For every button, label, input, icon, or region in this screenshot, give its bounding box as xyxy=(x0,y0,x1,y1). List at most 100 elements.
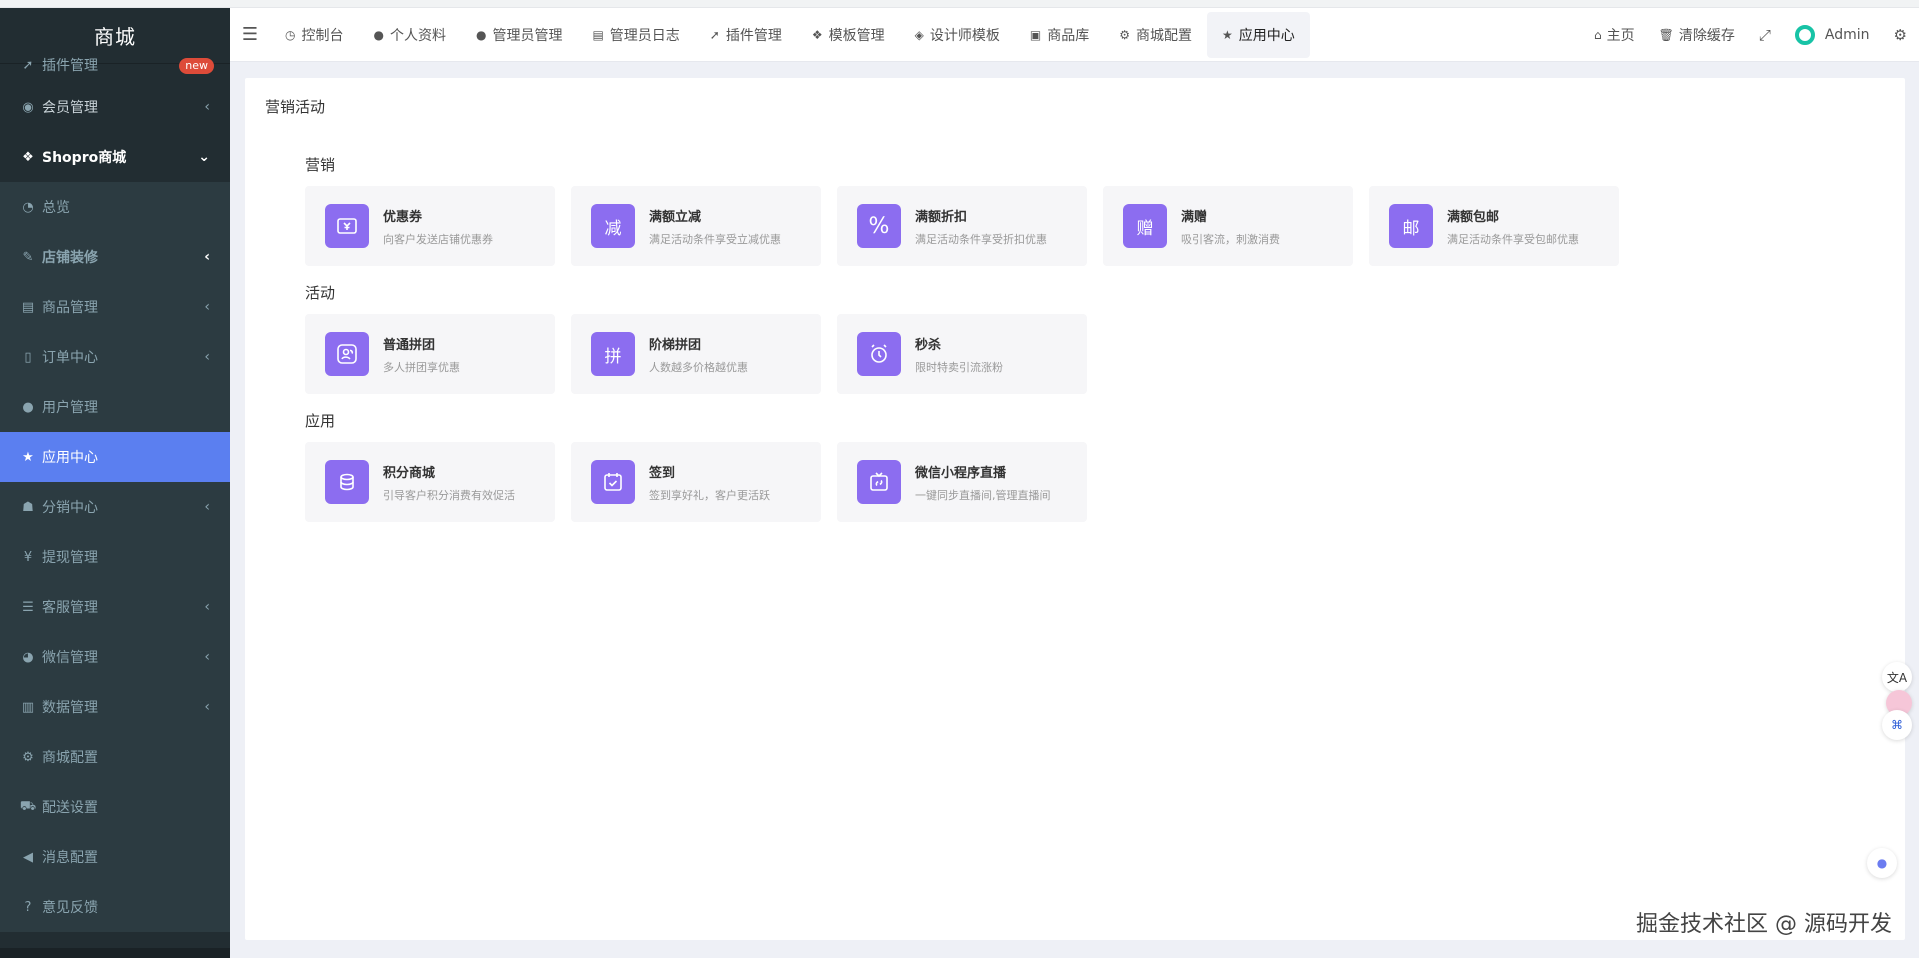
card-free-shipping[interactable]: 邮 满额包邮 满足活动条件享受包邮优惠 xyxy=(1369,186,1619,266)
group-icon xyxy=(325,332,369,376)
sidebar-item-delivery[interactable]: ⛟ 配送设置 xyxy=(0,782,230,832)
section-title-apps: 应用 xyxy=(305,412,336,430)
sidebar-item-label: 订单中心 xyxy=(42,350,98,366)
tab-designer-templates[interactable]: ◈ 设计师模板 xyxy=(900,12,1015,58)
card-desc: 吸引客流，刺激消费 xyxy=(1181,232,1280,246)
sidebar-item-label: 店铺装修 xyxy=(42,250,98,266)
chevron-down-icon: ⌄ xyxy=(198,149,210,165)
car-icon: ⛟ xyxy=(19,798,37,814)
user-menu[interactable]: Admin xyxy=(1783,25,1882,45)
card-checkin[interactable]: 签到 签到享好礼，客户更活跃 xyxy=(571,442,821,522)
user-circle-icon: ◉ xyxy=(22,99,34,115)
card-ladder-group[interactable]: 拼 阶梯拼团 人数越多价格越优惠 xyxy=(571,314,821,394)
notification-bell-icon[interactable]: ● xyxy=(1867,848,1897,878)
sidebar-item-label: 数据管理 xyxy=(42,700,98,716)
fullscreen-button[interactable]: ⤢ xyxy=(1747,26,1783,44)
sidebar-item-shop-config[interactable]: ⚙ 商城配置 xyxy=(0,732,230,782)
file-icon: ▯ xyxy=(24,349,32,365)
section-title-marketing: 营销 xyxy=(305,156,336,174)
tab-admin-manage[interactable]: ● 管理员管理 xyxy=(461,12,577,58)
tab-shop-config[interactable]: ⚙ 商城配置 xyxy=(1104,12,1207,58)
user-icon: ● xyxy=(373,27,384,42)
chevron-left-icon: ‹ xyxy=(204,649,210,665)
sidebar-item-plugins[interactable]: ➚ 插件管理 new xyxy=(0,48,230,82)
home-link[interactable]: ⌂ 主页 xyxy=(1582,25,1647,45)
card-points-mall[interactable]: 积分商城 引导客户积分消费有效促活 xyxy=(305,442,555,522)
chevron-left-icon: ‹ xyxy=(204,299,210,315)
tab-templates[interactable]: ❖ 模板管理 xyxy=(797,12,900,58)
card-full-discount[interactable]: % 满额折扣 满足活动条件享受折扣优惠 xyxy=(837,186,1087,266)
sidebar-item-app-center[interactable]: ★ 应用中心 xyxy=(0,432,230,482)
coins-icon xyxy=(325,460,369,504)
card-desc: 签到享好礼，客户更活跃 xyxy=(649,488,770,502)
rocket-icon: ➚ xyxy=(709,27,720,42)
sidebar-menu: ➚ 插件管理 new ◉ 会员管理 ‹ ❖ Shopro商城 ⌄ ◔ 总览 ✎ … xyxy=(0,48,230,932)
tab-label: 插件管理 xyxy=(725,27,782,44)
sidebar-item-distribution[interactable]: ☗ 分销中心 ‹ xyxy=(0,482,230,532)
card-title: 满赠 xyxy=(1181,209,1208,225)
sidebar-item-overview[interactable]: ◔ 总览 xyxy=(0,182,230,232)
sidebar-item-label: 应用中心 xyxy=(42,450,98,466)
sidebar-item-label: 意见反馈 xyxy=(42,900,98,916)
question-circle-icon: ? xyxy=(24,899,32,915)
card-coupon[interactable]: 优惠券 向客户发送店铺优惠券 xyxy=(305,186,555,266)
card-title: 优惠券 xyxy=(383,209,423,225)
watermark-text: 掘金技术社区 @ 源码开发 xyxy=(1636,912,1892,937)
tab-dashboard[interactable]: ◷ 控制台 xyxy=(270,12,358,58)
sidebar-item-data[interactable]: ▥ 数据管理 ‹ xyxy=(0,682,230,732)
menu-toggle-icon[interactable]: ☰ xyxy=(230,8,270,62)
tab-profile[interactable]: ● 个人资料 xyxy=(358,12,460,58)
sidebar-item-label: 总览 xyxy=(42,200,70,216)
cube-icon: ◈ xyxy=(914,27,924,42)
card-desc: 人数越多价格越优惠 xyxy=(649,360,748,374)
sidebar-item-shopro[interactable]: ❖ Shopro商城 ⌄ xyxy=(0,132,230,182)
tab-admin-log[interactable]: ▤ 管理员日志 xyxy=(577,12,694,58)
card-full-reduce[interactable]: 减 满额立减 满足活动条件享受立减优惠 xyxy=(571,186,821,266)
alarm-icon xyxy=(857,332,901,376)
cogs-icon: ⚙ xyxy=(22,749,34,765)
sidebar: 商城 ➚ 插件管理 new ◉ 会员管理 ‹ ❖ Shopro商城 ⌄ ◔ 总览… xyxy=(0,8,230,958)
sidebar-item-orders[interactable]: ▯ 订单中心 ‹ xyxy=(0,332,230,382)
card-desc: 一键同步直播间,管理直播间 xyxy=(915,488,1051,502)
sidebar-item-customer-service[interactable]: ☰ 客服管理 ‹ xyxy=(0,582,230,632)
checkin-icon xyxy=(591,460,635,504)
translate-icon[interactable]: 文A xyxy=(1882,662,1912,692)
sidebar-item-members[interactable]: ◉ 会员管理 ‹ xyxy=(0,82,230,132)
sidebar-item-label: 插件管理 xyxy=(42,58,98,74)
paint-brush-icon: ✎ xyxy=(22,249,34,265)
main-panel: 营销活动 营销 优惠券 向客户发送店铺优惠券 减 满额立减 满足活动条件享受立减… xyxy=(245,78,1905,940)
clear-cache-button[interactable]: 🗑 清除缓存 xyxy=(1647,25,1747,45)
new-badge: new xyxy=(179,58,214,74)
cogs-icon: ⚙ xyxy=(1119,27,1130,42)
sidebar-item-wechat[interactable]: ◕ 微信管理 ‹ xyxy=(0,632,230,682)
tab-label: 管理员日志 xyxy=(609,27,680,44)
tab-label: 应用中心 xyxy=(1238,27,1295,44)
card-title: 积分商城 xyxy=(383,465,436,481)
archive-icon: ▤ xyxy=(21,299,35,315)
list-icon: ☰ xyxy=(22,599,34,615)
tab-product-library[interactable]: ▣ 商品库 xyxy=(1015,12,1104,58)
sidebar-item-label: 提现管理 xyxy=(42,550,98,566)
network-icon[interactable]: ⌘ xyxy=(1882,710,1912,740)
card-full-gift[interactable]: 赠 满赠 吸引客流，刺激消费 xyxy=(1103,186,1353,266)
chevron-left-icon: ‹ xyxy=(204,699,210,715)
sidebar-item-withdraw[interactable]: ¥ 提现管理 xyxy=(0,532,230,582)
sidebar-item-decoration[interactable]: ✎ 店铺装修 ‹ xyxy=(0,232,230,282)
tab-plugins[interactable]: ➚ 插件管理 xyxy=(695,12,797,58)
settings-button[interactable]: ⚙ xyxy=(1882,26,1919,44)
card-flash-sale[interactable]: 秒杀 限时特卖引流涨粉 xyxy=(837,314,1087,394)
sidebar-item-message[interactable]: ◀ 消息配置 xyxy=(0,832,230,882)
cubes-icon: ❖ xyxy=(811,27,823,42)
card-group-buy[interactable]: 普通拼团 多人拼团享优惠 xyxy=(305,314,555,394)
sidebar-item-label: 微信管理 xyxy=(42,650,98,666)
user-icon: ● xyxy=(22,399,34,415)
sidebar-item-users[interactable]: ● 用户管理 xyxy=(0,382,230,432)
card-desc: 限时特卖引流涨粉 xyxy=(915,360,1003,374)
card-wechat-live[interactable]: 微信小程序直播 一键同步直播间,管理直播间 xyxy=(837,442,1087,522)
tab-app-center[interactable]: ★ 应用中心 xyxy=(1206,11,1310,58)
card-title: 阶梯拼团 xyxy=(649,337,702,353)
sidebar-item-feedback[interactable]: ? 意见反馈 xyxy=(0,882,230,932)
list-alt-icon: ▤ xyxy=(592,27,604,42)
sidebar-item-products[interactable]: ▤ 商品管理 ‹ xyxy=(0,282,230,332)
avatar xyxy=(1794,25,1815,45)
